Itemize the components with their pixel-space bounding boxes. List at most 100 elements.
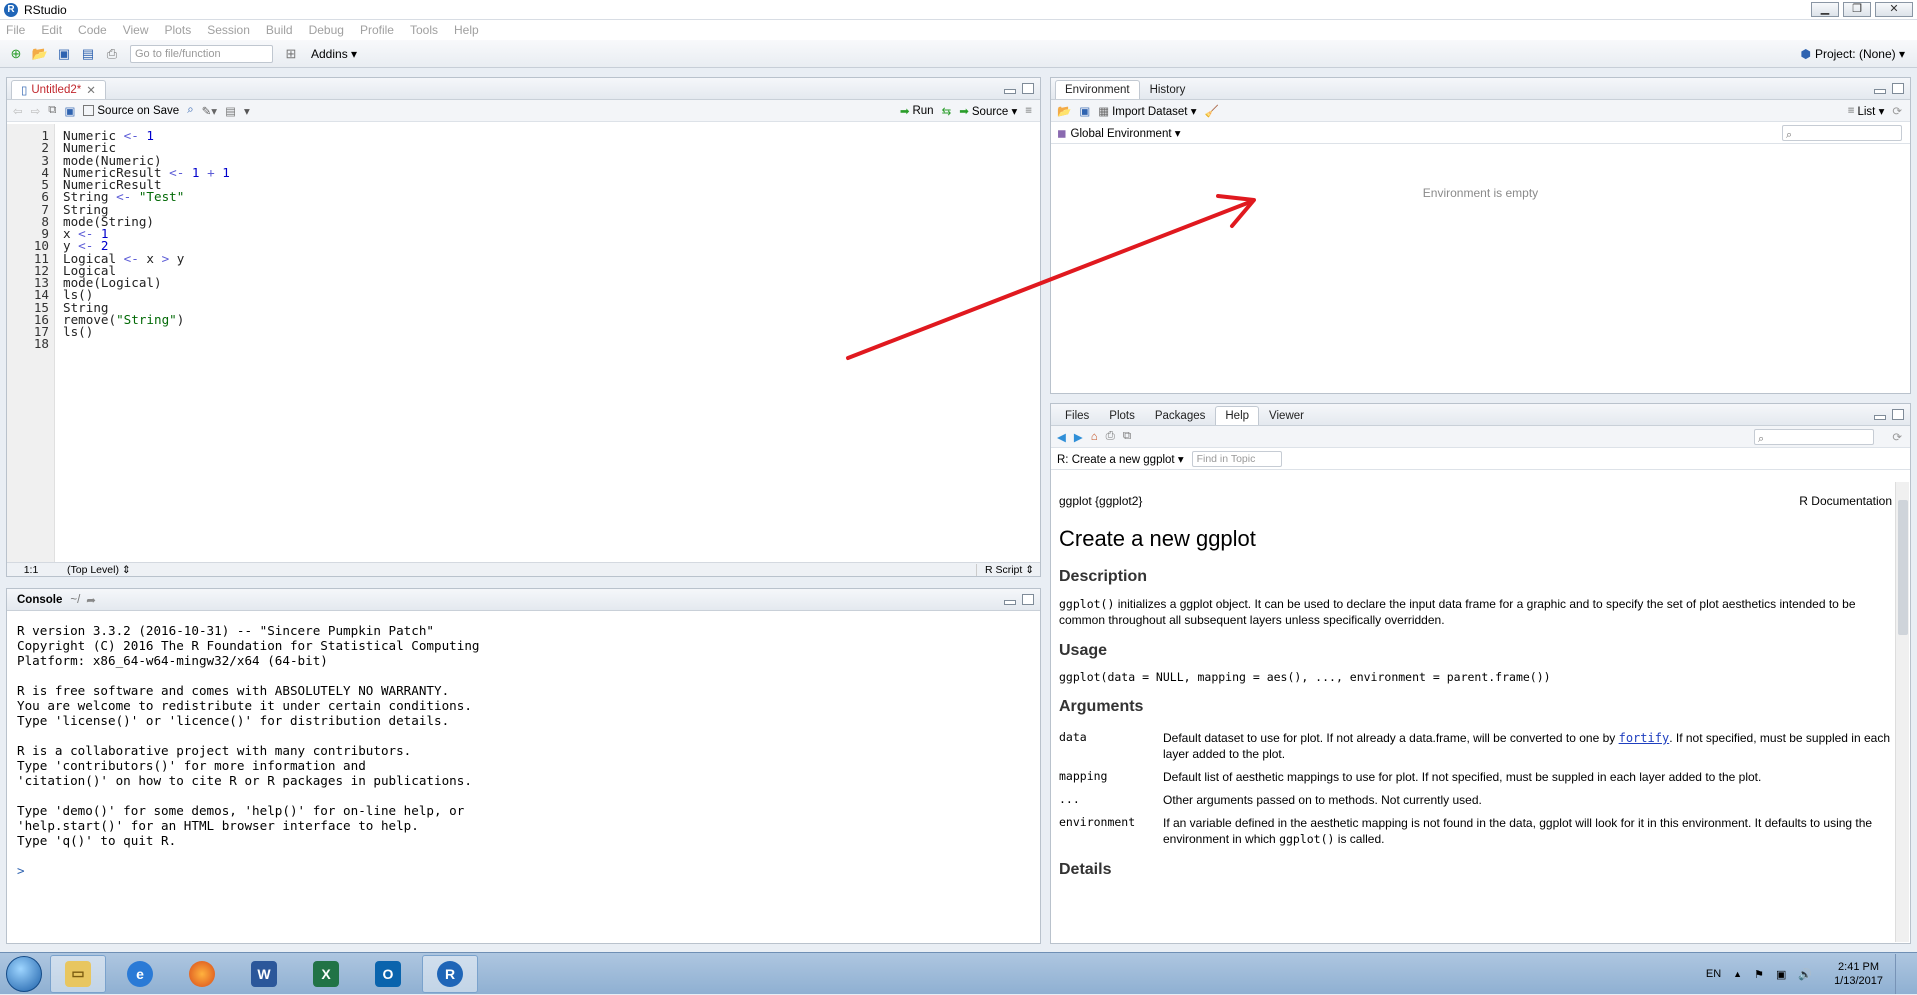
menu-help[interactable]: Help (454, 23, 479, 37)
env-minimize-button[interactable] (1874, 89, 1886, 94)
print-icon[interactable]: ⎙ (103, 46, 121, 62)
network-icon[interactable]: ▣ (1776, 968, 1786, 981)
tab-untitled2[interactable]: ▯ Untitled2* ✕ (11, 80, 106, 99)
save-all-icon[interactable]: ▤ (79, 46, 97, 62)
open-file-icon[interactable]: 📂 (31, 46, 49, 62)
env-maximize-button[interactable] (1892, 83, 1904, 94)
global-environment-menu[interactable]: ◼ Global Environment ▾ (1057, 126, 1181, 140)
arg-row: environment If an variable defined in the… (1059, 815, 1873, 846)
code-line[interactable]: ls() (63, 324, 93, 339)
tab-environment[interactable]: Environment (1055, 80, 1140, 99)
scope-selector[interactable]: (Top Level) ⇕ (67, 564, 131, 576)
save-workspace-icon[interactable]: ▣ (1079, 104, 1090, 118)
maximize-button[interactable]: ❐ (1843, 2, 1871, 17)
help-search-input[interactable]: ⌕ (1754, 429, 1874, 445)
outline-dropdown-icon[interactable]: ▾ (244, 104, 250, 118)
help-home-icon[interactable]: ⌂ (1091, 431, 1098, 443)
show-hidden-icons[interactable]: ▲ (1733, 969, 1742, 979)
help-refresh-icon[interactable]: ⟳ (1892, 430, 1902, 444)
run-button[interactable]: ➡ Run (900, 104, 934, 118)
start-button[interactable] (6, 955, 42, 992)
flag-icon[interactable]: ⚑ (1754, 968, 1764, 981)
volume-icon[interactable]: 🔊 (1798, 968, 1812, 981)
help-back-icon[interactable]: ◀ (1057, 430, 1066, 444)
find-in-topic-input[interactable]: Find in Topic (1191, 450, 1282, 467)
tab-packages[interactable]: Packages (1145, 406, 1216, 425)
back-icon[interactable]: ⇦ (13, 104, 23, 118)
source-on-save-checkbox[interactable]: Source on Save (83, 105, 179, 117)
env-search-input[interactable]: ⌕ (1782, 125, 1902, 141)
load-workspace-icon[interactable]: 📂 (1057, 104, 1071, 118)
tab-files[interactable]: Files (1055, 406, 1099, 425)
addins-menu[interactable]: Addins ▾ (311, 47, 357, 61)
source-editor-pane: ▯ Untitled2* ✕ ⇦ ⇨ ⧉ ▣ Source on Save ⌕ … (6, 77, 1041, 577)
menu-debug[interactable]: Debug (309, 23, 344, 37)
console-minimize-button[interactable] (1004, 600, 1016, 605)
console-prompt[interactable]: > (17, 863, 25, 878)
refresh-env-icon[interactable]: ⟳ (1892, 104, 1902, 118)
help-maximize-button[interactable] (1892, 409, 1904, 420)
console-goto-dir-icon[interactable]: ➦ (86, 593, 96, 607)
close-button[interactable]: ✕ (1875, 2, 1913, 17)
menu-profile[interactable]: Profile (360, 23, 394, 37)
scrollbar-thumb[interactable] (1898, 500, 1908, 635)
tab-help[interactable]: Help (1215, 406, 1260, 425)
explorer-taskbar-button[interactable]: ▭ (50, 954, 106, 993)
minimize-button[interactable]: ▁ (1811, 2, 1839, 17)
language-indicator[interactable]: EN (1706, 968, 1721, 980)
find-icon[interactable]: ⌕ (187, 104, 193, 117)
menu-view[interactable]: View (123, 23, 149, 37)
console-maximize-button[interactable] (1022, 594, 1034, 605)
new-file-icon[interactable]: ⊕ (7, 46, 25, 62)
minimize-pane-button[interactable] (1004, 89, 1016, 94)
code-editor[interactable]: 1 Numeric <- 1 2 Numeric 3 mode(Numeric) 4 Nume… (7, 124, 1040, 562)
help-scrollbar[interactable] (1895, 482, 1909, 942)
rerun-icon[interactable]: ⇆ (942, 104, 952, 118)
rstudio-taskbar-button[interactable]: R (422, 954, 478, 993)
tab-viewer[interactable]: Viewer (1259, 406, 1314, 425)
help-topic-menu[interactable]: R: Create a new ggplot ▾ (1057, 452, 1184, 466)
view-mode-menu[interactable]: ≡ List ▾ (1848, 104, 1885, 118)
ie-taskbar-button[interactable]: e (112, 955, 168, 993)
window-title: RStudio (24, 2, 67, 17)
menu-code[interactable]: Code (78, 23, 107, 37)
tab-plots[interactable]: Plots (1099, 406, 1145, 425)
save-doc-icon[interactable]: ▣ (65, 104, 76, 118)
project-menu[interactable]: ⬢ Project: (None) ▾ (1800, 47, 1905, 61)
help-popout-icon[interactable]: ⧉ (1123, 430, 1131, 443)
clear-workspace-icon[interactable]: 🧹 (1204, 104, 1218, 118)
outlook-taskbar-button[interactable]: O (360, 955, 416, 993)
help-forward-icon[interactable]: ▶ (1074, 430, 1083, 444)
tab-history[interactable]: History (1140, 80, 1196, 99)
menu-plots[interactable]: Plots (165, 23, 192, 37)
help-minimize-button[interactable] (1874, 415, 1886, 420)
menu-build[interactable]: Build (266, 23, 293, 37)
usage-heading: Usage (1059, 642, 1108, 659)
usage-code: ggplot(data = NULL, mapping = aes(), ...… (1059, 670, 1551, 684)
save-icon[interactable]: ▣ (55, 46, 73, 62)
menu-file[interactable]: File (6, 23, 25, 37)
help-print-icon[interactable]: ⎙ (1106, 430, 1115, 443)
source-button[interactable]: ➡ Source ▾ (959, 104, 1017, 118)
grid-layout-icon[interactable]: ⊞ (282, 46, 300, 62)
clock[interactable]: 2:41 PM 1/13/2017 (1834, 960, 1883, 988)
console-path: ~/ (70, 593, 81, 606)
compile-report-icon[interactable]: ▤ (225, 104, 236, 118)
menu-session[interactable]: Session (207, 23, 250, 37)
show-in-window-icon[interactable]: ⧉ (48, 104, 56, 117)
excel-taskbar-button[interactable]: X (298, 955, 354, 993)
fortify-link[interactable]: fortify (1619, 731, 1670, 745)
menu-edit[interactable]: Edit (41, 23, 62, 37)
menu-tools[interactable]: Tools (410, 23, 438, 37)
maximize-pane-button[interactable] (1022, 83, 1034, 94)
outline-icon[interactable]: ≡ (1025, 105, 1032, 117)
firefox-taskbar-button[interactable] (174, 955, 230, 993)
forward-icon[interactable]: ⇨ (31, 104, 41, 118)
goto-file-input[interactable]: Go to file/function (130, 44, 273, 63)
word-taskbar-button[interactable]: W (236, 955, 292, 993)
code-tools-icon[interactable]: ✎▾ (202, 104, 217, 118)
import-dataset-button[interactable]: ▦ Import Dataset ▾ (1098, 104, 1196, 118)
show-desktop-button[interactable] (1895, 954, 1907, 994)
close-tab-icon[interactable]: ✕ (86, 83, 96, 97)
file-type-selector[interactable]: R Script ⇕ (975, 563, 1034, 576)
